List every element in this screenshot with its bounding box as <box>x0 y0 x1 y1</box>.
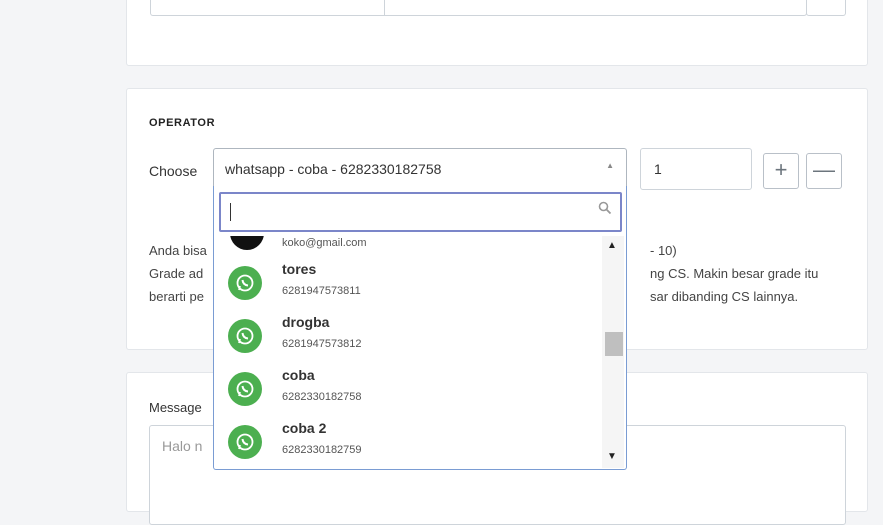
caret-up-icon: ▲ <box>606 161 614 170</box>
whatsapp-icon <box>228 319 262 353</box>
message-label: Message <box>149 400 202 415</box>
info-line-1-left: Anda bisa <box>149 243 207 258</box>
option-phone: 6281947573811 <box>282 285 361 297</box>
info-line-2-left: Grade ad <box>149 266 204 281</box>
info-line-2-right: ng CS. Makin besar grade itu <box>650 266 819 281</box>
option-phone: 6282330182758 <box>282 391 362 403</box>
info-line-3-right: sar dibanding CS lainnya. <box>650 289 799 304</box>
input-divider <box>384 0 385 15</box>
scroll-down-icon[interactable]: ▼ <box>607 451 617 462</box>
whatsapp-icon <box>228 266 262 300</box>
dropdown-search-input[interactable] <box>219 192 622 232</box>
search-icon <box>598 201 612 215</box>
top-card <box>126 0 868 66</box>
message-placeholder: Halo n <box>162 438 203 454</box>
whatsapp-icon <box>228 372 262 406</box>
dropdown-option[interactable]: tores 6281947573811 <box>214 256 596 309</box>
option-name: tores <box>282 261 317 277</box>
dropdown-results: koko@gmail.com tores 6281947573811 drogb… <box>214 236 596 468</box>
option-email: koko@gmail.com <box>282 237 367 249</box>
avatar <box>230 236 264 250</box>
top-addon-button[interactable] <box>806 0 846 16</box>
increment-button[interactable]: + <box>763 153 799 189</box>
whatsapp-icon <box>228 425 262 459</box>
top-input-group[interactable] <box>150 0 807 16</box>
info-line-3-left: berarti pe <box>149 289 204 304</box>
info-line-1-right: - 10) <box>650 243 677 258</box>
section-title: OPERATOR <box>149 117 216 129</box>
operator-dropdown: koko@gmail.com tores 6281947573811 drogb… <box>213 186 627 470</box>
option-phone: 6281947573812 <box>282 338 362 350</box>
option-name: drogba <box>282 314 330 330</box>
dropdown-option[interactable]: drogba 6281947573812 <box>214 309 596 362</box>
dropdown-option[interactable]: coba 6282330182758 <box>214 362 596 415</box>
operator-select[interactable]: whatsapp - coba - 6282330182758 ▲ <box>213 148 627 188</box>
text-caret <box>230 203 231 221</box>
choose-label: Choose <box>149 163 198 179</box>
quantity-input[interactable]: 1 <box>640 148 752 190</box>
scroll-up-icon[interactable]: ▲ <box>607 240 617 251</box>
dropdown-scrollbar[interactable]: ▲ ▼ <box>602 236 624 468</box>
option-phone: 6282330182759 <box>282 444 362 456</box>
quantity-value: 1 <box>654 161 662 177</box>
option-name: coba <box>282 367 315 383</box>
operator-select-value: whatsapp - coba - 6282330182758 <box>225 161 442 177</box>
option-name: coba 2 <box>282 420 327 436</box>
dropdown-option[interactable]: coba 2 6282330182759 <box>214 415 596 468</box>
scrollbar-thumb[interactable] <box>605 332 623 356</box>
decrement-button[interactable]: — <box>806 153 842 189</box>
